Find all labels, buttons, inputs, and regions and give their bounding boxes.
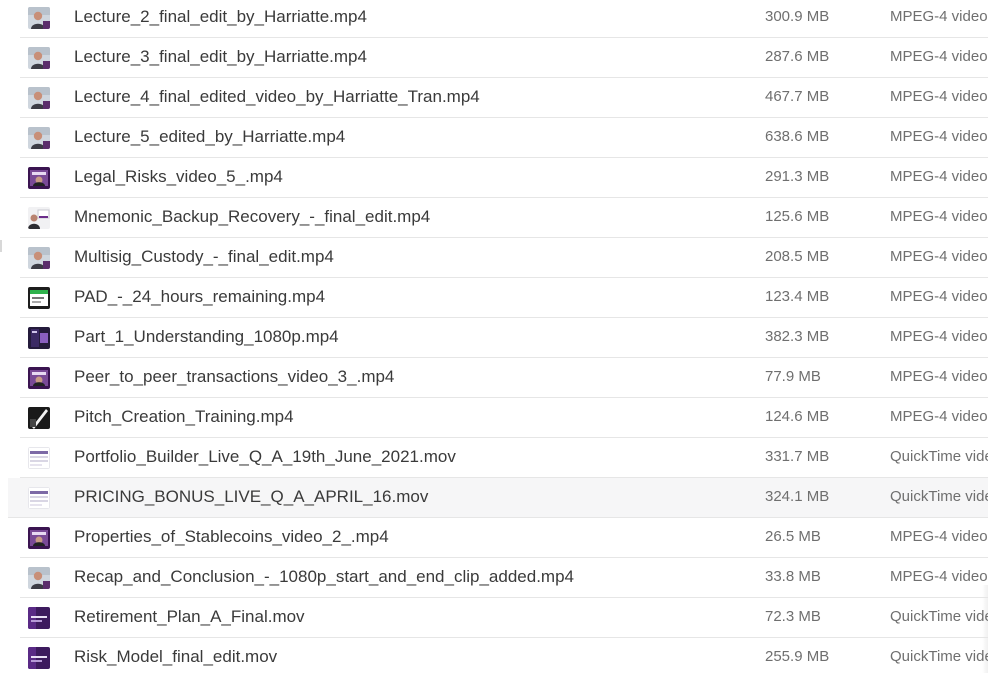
file-name: Lecture_5_edited_by_Harriatte.mp4 — [74, 127, 346, 146]
file-row[interactable]: Pitch_Creation_Training.mp4 124.6 MB MPEG-… — [20, 398, 988, 438]
file-row[interactable]: Part_1_Understanding_1080p.mp4 382.3 MB MP… — [20, 318, 988, 358]
purple-frame-video-thumb-icon — [28, 527, 50, 549]
file-kind: MPEG-4 video — [890, 8, 988, 25]
file-row[interactable]: Recap_and_Conclusion_-_1080p_start_and_e… — [20, 558, 988, 598]
purple-frame-video-thumb-icon — [28, 167, 50, 189]
file-kind: MPEG-4 video — [890, 208, 988, 225]
file-row[interactable]: PRICING_BONUS_LIVE_Q_A_APRIL_16.mov 324.1… — [8, 478, 988, 518]
file-name: Properties_of_Stablecoins_video_2_.mp4 — [74, 527, 389, 546]
file-kind: MPEG-4 video — [890, 168, 988, 185]
file-name: Lecture_4_final_edited_video_by_Harriatt… — [74, 87, 480, 106]
file-size: 382.3 MB — [765, 328, 830, 345]
file-row[interactable]: Retirement_Plan_A_Final.mov 72.3 MB QuickT… — [20, 598, 988, 638]
file-row[interactable]: Mnemonic_Backup_Recovery_-_final_edit.mp… — [20, 198, 988, 238]
person-video-thumb-icon — [28, 47, 50, 69]
file-size: 324.1 MB — [765, 488, 830, 505]
file-name: Risk_Model_final_edit.mov — [74, 647, 278, 666]
purple-title-video-thumb-icon — [28, 607, 50, 629]
file-size: 467.7 MB — [765, 88, 830, 105]
black-slide-video-thumb-icon — [28, 407, 50, 429]
file-list: Lecture_2_final_edit_by_Harriatte.mp4 300… — [0, 0, 988, 673]
file-row[interactable]: Peer_to_peer_transactions_video_3_.mp4 77… — [20, 358, 988, 398]
window-edge-marker — [0, 240, 2, 252]
file-kind: QuickTime video — [890, 648, 988, 665]
file-kind: MPEG-4 video — [890, 408, 988, 425]
file-kind: MPEG-4 video — [890, 128, 988, 145]
file-kind: QuickTime video — [890, 488, 988, 505]
file-name: Mnemonic_Backup_Recovery_-_final_edit.mp… — [74, 207, 431, 226]
file-name: Retirement_Plan_A_Final.mov — [74, 607, 305, 626]
person-video-thumb-icon — [28, 247, 50, 269]
file-name: Lecture_2_final_edit_by_Harriatte.mp4 — [74, 7, 367, 26]
screen-video-thumb-icon — [28, 487, 50, 509]
file-size: 638.6 MB — [765, 128, 830, 145]
file-size: 26.5 MB — [765, 528, 821, 545]
person-video-thumb-icon — [28, 87, 50, 109]
file-kind: MPEG-4 video — [890, 88, 988, 105]
file-size: 331.7 MB — [765, 448, 830, 465]
file-kind: MPEG-4 video — [890, 328, 988, 345]
file-kind: MPEG-4 video — [890, 368, 988, 385]
file-name: Recap_and_Conclusion_-_1080p_start_and_e… — [74, 567, 574, 586]
purple-title-video-thumb-icon — [28, 647, 50, 669]
file-row[interactable]: Legal_Risks_video_5_.mp4 291.3 MB MPEG-4 v… — [20, 158, 988, 198]
file-size: 72.3 MB — [765, 608, 821, 625]
file-size: 287.6 MB — [765, 48, 830, 65]
dark-purple-video-thumb-icon — [28, 327, 50, 349]
file-size: 291.3 MB — [765, 168, 830, 185]
file-row[interactable]: Lecture_3_final_edit_by_Harriatte.mp4 287… — [20, 38, 988, 78]
file-row[interactable]: Lecture_5_edited_by_Harriatte.mp4 638.6 M… — [20, 118, 988, 158]
file-size: 208.5 MB — [765, 248, 830, 265]
green-slide-video-thumb-icon — [28, 287, 50, 309]
file-kind: MPEG-4 video — [890, 528, 988, 545]
file-name: Pitch_Creation_Training.mp4 — [74, 407, 294, 426]
file-row[interactable]: Portfolio_Builder_Live_Q_A_19th_June_202… — [20, 438, 988, 478]
file-size: 77.9 MB — [765, 368, 821, 385]
file-size: 255.9 MB — [765, 648, 830, 665]
person-video-thumb-icon — [28, 567, 50, 589]
file-name: Multisig_Custody_-_final_edit.mp4 — [74, 247, 334, 266]
file-row[interactable]: Multisig_Custody_-_final_edit.mp4 208.5 M… — [20, 238, 988, 278]
person-video-thumb-icon — [28, 7, 50, 29]
file-kind: MPEG-4 video — [890, 568, 988, 585]
presentation-video-thumb-icon — [28, 207, 50, 229]
file-row[interactable]: Risk_Model_final_edit.mov 255.9 MB QuickTi… — [20, 638, 988, 673]
file-name: PAD_-_24_hours_remaining.mp4 — [74, 287, 326, 306]
file-size: 300.9 MB — [765, 8, 830, 25]
screen-video-thumb-icon — [28, 447, 50, 469]
file-kind: MPEG-4 video — [890, 288, 988, 305]
person-video-thumb-icon — [28, 127, 50, 149]
file-name: Lecture_3_final_edit_by_Harriatte.mp4 — [74, 47, 367, 66]
file-kind: MPEG-4 video — [890, 48, 988, 65]
file-name: Portfolio_Builder_Live_Q_A_19th_June_202… — [74, 447, 456, 466]
file-size: 124.6 MB — [765, 408, 830, 425]
file-row[interactable]: PAD_-_24_hours_remaining.mp4 123.4 MB MPEG… — [20, 278, 988, 318]
file-size: 125.6 MB — [765, 208, 830, 225]
file-name: Peer_to_peer_transactions_video_3_.mp4 — [74, 367, 395, 386]
purple-frame-video-thumb-icon — [28, 367, 50, 389]
file-name: Part_1_Understanding_1080p.mp4 — [74, 327, 339, 346]
file-row[interactable]: Lecture_2_final_edit_by_Harriatte.mp4 300… — [20, 0, 988, 38]
file-name: Legal_Risks_video_5_.mp4 — [74, 167, 283, 186]
file-size: 33.8 MB — [765, 568, 821, 585]
file-row[interactable]: Lecture_4_final_edited_video_by_Harriatt… — [20, 78, 988, 118]
file-row[interactable]: Properties_of_Stablecoins_video_2_.mp4 26… — [20, 518, 988, 558]
file-kind: QuickTime video — [890, 448, 988, 465]
file-size: 123.4 MB — [765, 288, 830, 305]
file-kind: QuickTime video — [890, 608, 988, 625]
file-kind: MPEG-4 video — [890, 248, 988, 265]
file-name: PRICING_BONUS_LIVE_Q_A_APRIL_16.mov — [74, 487, 429, 506]
